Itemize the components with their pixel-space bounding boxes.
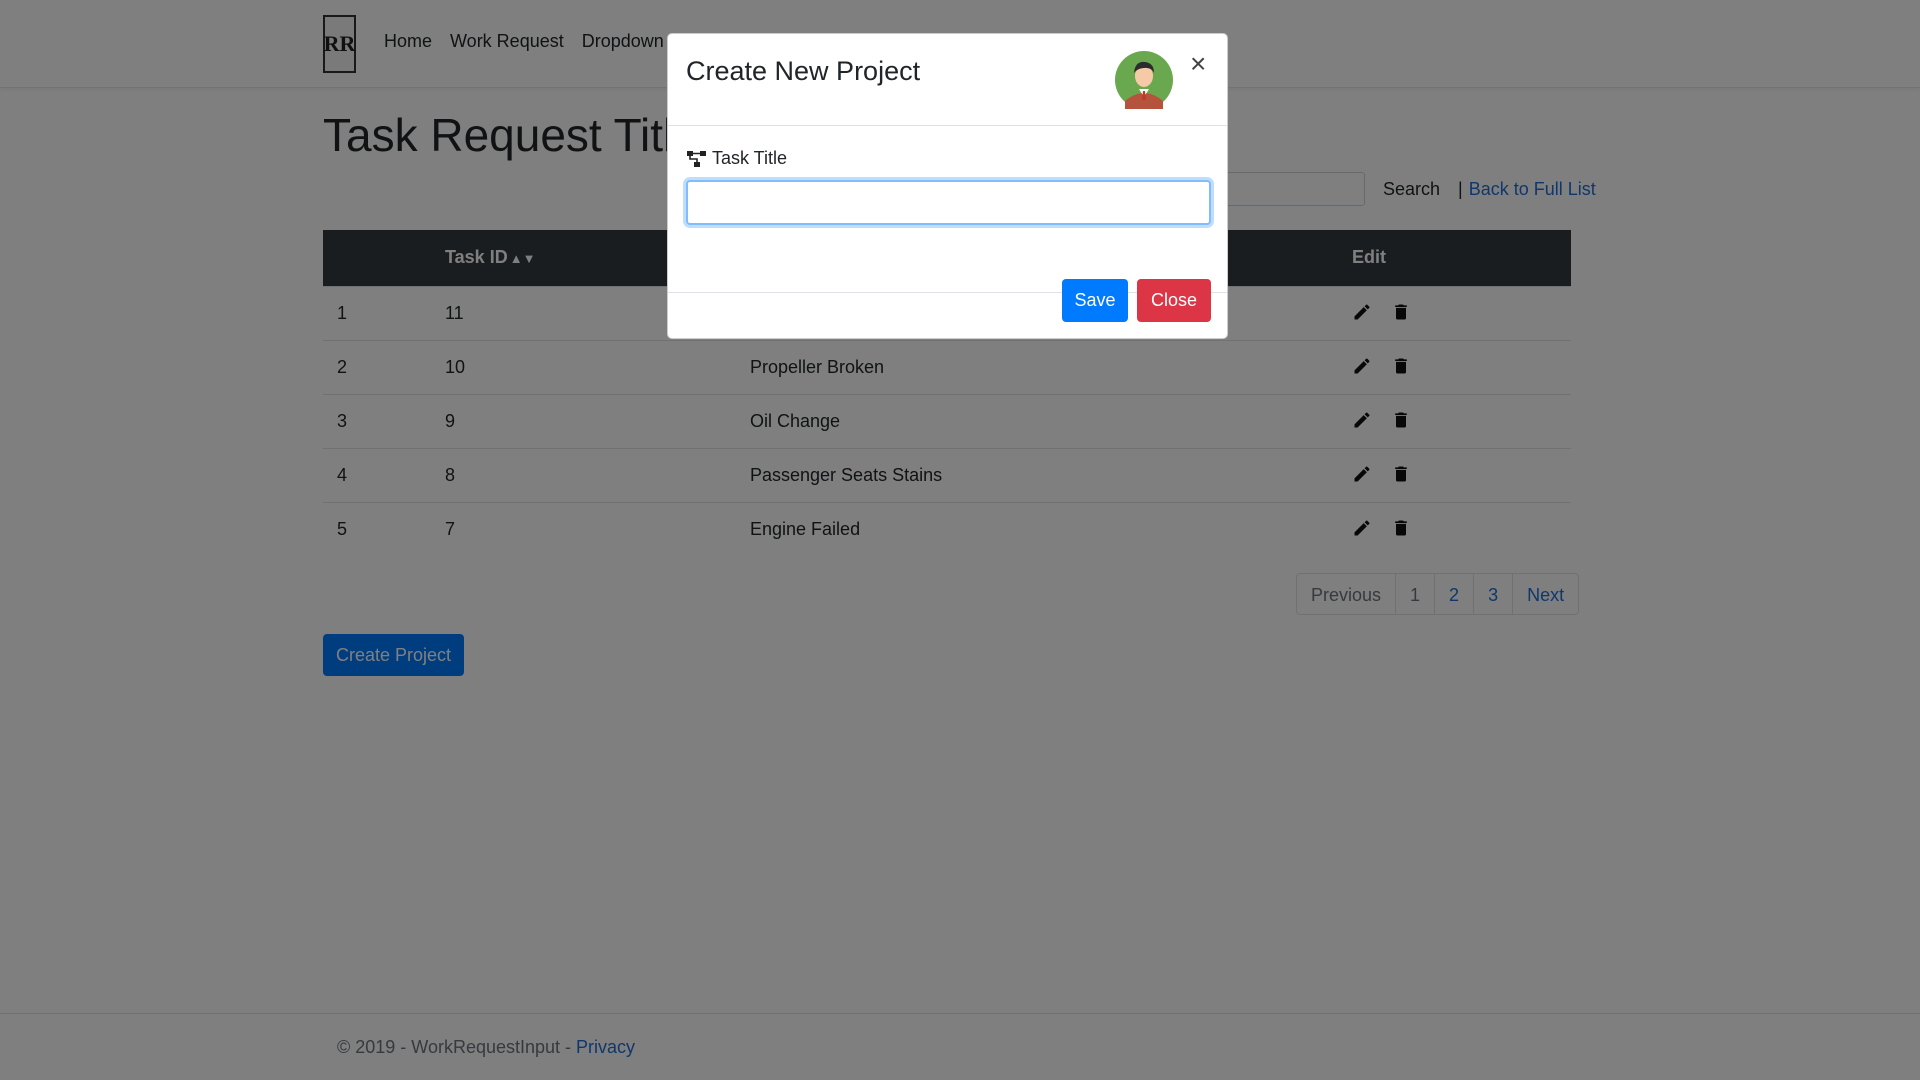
user-avatar-icon [1115,51,1173,109]
modal-header: Create New Project × [668,34,1227,126]
save-button[interactable]: Save [1062,279,1128,322]
modal-body: Task Title [668,126,1227,293]
modal-title: Create New Project [686,56,921,86]
task-title-label-text: Task Title [712,148,788,168]
close-button[interactable]: Close [1137,279,1211,322]
sitemap-icon [687,150,706,167]
task-title-label: Task Title [686,148,787,169]
modal-close-icon[interactable]: × [1190,50,1206,78]
create-project-modal: Create New Project × Task Title Save Clo… [667,33,1228,339]
task-title-input[interactable] [686,180,1211,225]
